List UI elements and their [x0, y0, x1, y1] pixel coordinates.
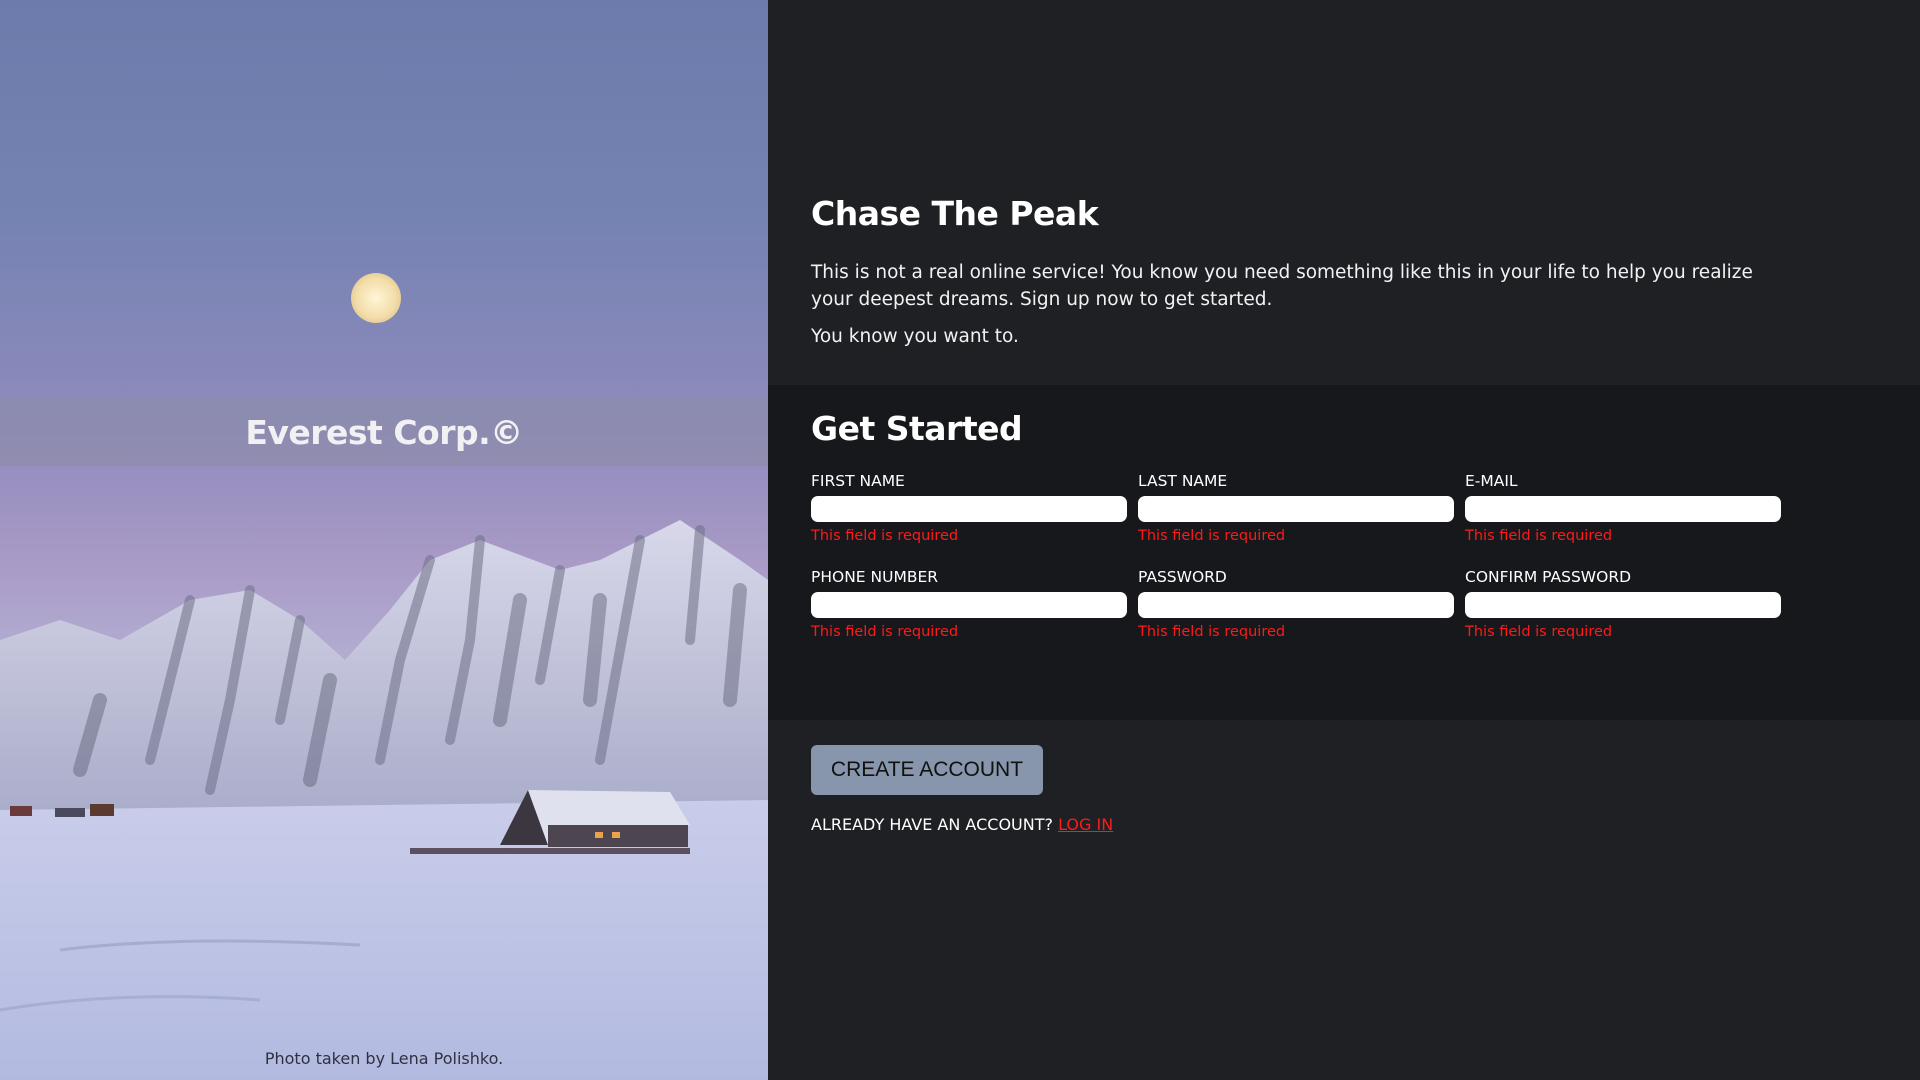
password-input[interactable]: [1138, 592, 1454, 618]
intro-section: Chase The Peak This is not a real online…: [768, 0, 1920, 385]
confirm-password-error: This field is required: [1465, 624, 1613, 640]
phone-number-field: PHONE NUMBER This field is required: [811, 568, 1127, 640]
photo-credit: Photo taken by Lena Polishko.: [264, 1049, 504, 1068]
email-error: This field is required: [1465, 528, 1613, 544]
first-name-input[interactable]: [811, 496, 1127, 522]
hero-photo: [0, 273, 768, 1080]
confirm-password-label: CONFIRM PASSWORD: [1465, 568, 1632, 586]
email-label: E-MAIL: [1465, 472, 1518, 490]
first-name-field: FIRST NAME This field is required: [811, 472, 1127, 544]
last-name-error: This field is required: [1138, 528, 1286, 544]
login-row: ALREADY HAVE AN ACCOUNT? LOG IN: [811, 815, 1877, 834]
intro-tagline: You know you want to.: [811, 326, 1019, 347]
password-error: This field is required: [1138, 624, 1286, 640]
last-name-label: LAST NAME: [1138, 472, 1228, 490]
create-account-button[interactable]: CREATE ACCOUNT: [811, 745, 1043, 795]
password-label: PASSWORD: [1138, 568, 1227, 586]
actions-section: CREATE ACCOUNT ALREADY HAVE AN ACCOUNT? …: [768, 720, 1920, 1080]
phone-number-input[interactable]: [811, 592, 1127, 618]
confirm-password-field: CONFIRM PASSWORD This field is required: [1465, 568, 1781, 640]
hero-panel: Everest Corp.© Photo taken by Lena Polis…: [0, 0, 768, 1080]
password-field: PASSWORD This field is required: [1138, 568, 1454, 640]
last-name-field: LAST NAME This field is required: [1138, 472, 1454, 544]
brand-banner: Everest Corp.©: [0, 398, 768, 466]
intro-paragraph: This is not a real online service! You k…: [811, 262, 1753, 310]
phone-number-error: This field is required: [811, 624, 959, 640]
first-name-label: FIRST NAME: [811, 472, 905, 490]
last-name-input[interactable]: [1138, 496, 1454, 522]
first-name-error: This field is required: [811, 528, 959, 544]
page-title: Chase The Peak: [811, 194, 1099, 233]
email-field: E-MAIL This field is required: [1465, 472, 1781, 544]
content-panel: Chase The Peak This is not a real online…: [768, 0, 1920, 1080]
form-grid: FIRST NAME This field is required LAST N…: [811, 472, 1877, 640]
moon: [351, 273, 401, 323]
login-link[interactable]: LOG IN: [1058, 815, 1113, 834]
signup-form: Get Started FIRST NAME This field is req…: [768, 385, 1920, 720]
phone-number-label: PHONE NUMBER: [811, 568, 939, 586]
mountain-range: [0, 520, 768, 820]
email-input[interactable]: [1465, 496, 1781, 522]
form-title: Get Started: [811, 409, 1023, 448]
login-prompt: ALREADY HAVE AN ACCOUNT?: [811, 815, 1053, 834]
confirm-password-input[interactable]: [1465, 592, 1781, 618]
brand-name: Everest Corp.©: [245, 412, 523, 452]
